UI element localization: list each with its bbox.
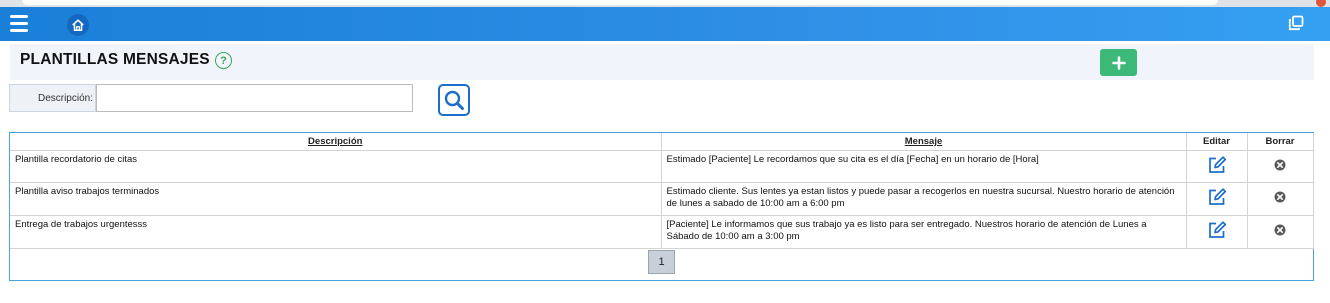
add-template-button[interactable] <box>1100 49 1137 76</box>
column-header-descripcion[interactable]: Descripción <box>10 133 662 151</box>
edit-icon[interactable] <box>1207 155 1227 175</box>
pagination-page-button[interactable]: 1 <box>648 250 675 274</box>
cell-descripcion: Plantilla recordatorio de citas <box>10 150 662 183</box>
edit-icon[interactable] <box>1207 220 1227 240</box>
window-restore-icon[interactable] <box>1288 15 1306 33</box>
address-bar-edge <box>22 0 1218 5</box>
cell-editar <box>1186 182 1248 216</box>
cell-mensaje: Estimado cliente. Sus lentes ya estan li… <box>661 182 1187 216</box>
description-filter-label: Descripción: <box>9 84 96 112</box>
cell-descripcion: Plantilla aviso trabajos terminados <box>10 182 662 216</box>
browser-profile-icon[interactable] <box>1316 0 1326 7</box>
cell-mensaje: [Paciente] Le informamos que sus trabajo… <box>661 215 1187 249</box>
search-button[interactable] <box>438 84 470 116</box>
cell-borrar <box>1247 182 1314 216</box>
cell-editar <box>1186 150 1248 183</box>
table-row[interactable]: Plantilla recordatorio de citas Estimado… <box>10 150 1314 183</box>
column-header-mensaje[interactable]: Mensaje <box>661 133 1187 151</box>
page-title: PLANTILLAS MENSAJES <box>20 51 210 68</box>
description-filter-input[interactable] <box>96 84 413 112</box>
cell-borrar <box>1247 150 1314 183</box>
templates-table: Descripción Mensaje Editar Borrar Planti… <box>10 133 1314 249</box>
home-icon[interactable] <box>67 14 89 36</box>
table-row[interactable]: Plantilla aviso trabajos terminados Esti… <box>10 182 1314 216</box>
delete-icon[interactable] <box>1274 159 1286 171</box>
column-header-borrar: Borrar <box>1247 133 1314 151</box>
cell-descripcion: Entrega de trabajos urgentesss <box>10 215 662 249</box>
column-header-editar: Editar <box>1186 133 1248 151</box>
plus-icon <box>1111 55 1126 70</box>
cell-editar <box>1186 215 1248 249</box>
top-nav-bar <box>0 7 1330 41</box>
cell-borrar <box>1247 215 1314 249</box>
delete-icon[interactable] <box>1274 224 1286 236</box>
search-icon <box>444 90 464 110</box>
templates-grid: Descripción Mensaje Editar Borrar Planti… <box>9 132 1314 281</box>
delete-icon[interactable] <box>1274 191 1286 203</box>
browser-chrome-strip <box>0 0 1330 7</box>
edit-icon[interactable] <box>1207 187 1227 207</box>
cell-mensaje: Estimado [Paciente] Le recordamos que su… <box>661 150 1187 183</box>
help-icon[interactable]: ? <box>215 52 232 69</box>
table-row[interactable]: Entrega de trabajos urgentesss [Paciente… <box>10 215 1314 249</box>
title-band: PLANTILLAS MENSAJES ? <box>10 44 1314 80</box>
hamburger-icon[interactable] <box>10 15 28 33</box>
